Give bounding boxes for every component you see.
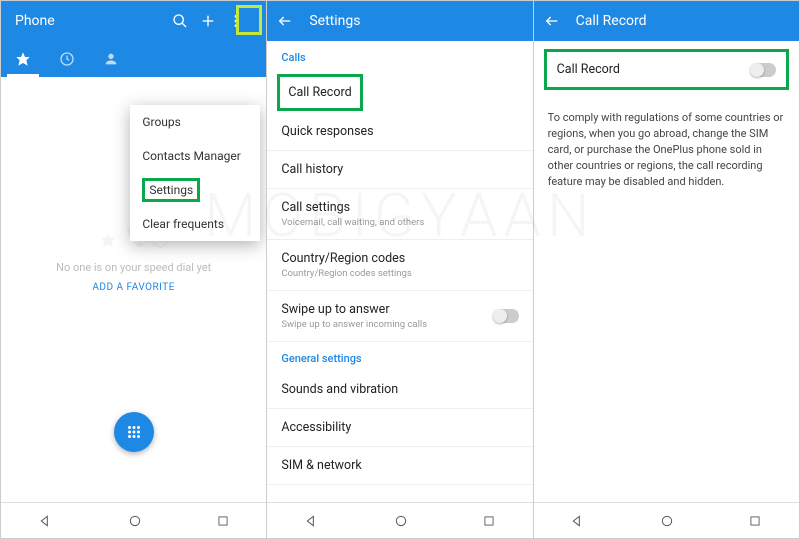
back-icon[interactable]: [277, 13, 305, 29]
menu-item-clear-frequents[interactable]: Clear frequents: [130, 207, 260, 241]
nav-home-icon[interactable]: [119, 509, 151, 533]
row-sounds-vibration[interactable]: Sounds and vibration: [267, 371, 532, 409]
nav-back-icon[interactable]: [30, 509, 62, 533]
nav-recents-icon[interactable]: [474, 510, 504, 532]
call-record-description: To comply with regulations of some count…: [534, 98, 799, 202]
nav-recents-icon[interactable]: [208, 510, 238, 532]
row-call-settings[interactable]: Call settings Voicemail, call waiting, a…: [267, 189, 532, 240]
overflow-menu: Groups Contacts Manager Settings Clear f…: [130, 105, 260, 241]
toggle-call-record[interactable]: [750, 63, 776, 77]
row-quick-responses[interactable]: Quick responses: [267, 113, 532, 151]
appbar-title: Phone: [11, 13, 172, 29]
call-record-content: Call Record To comply with regulations o…: [534, 41, 799, 502]
overflow-highlight: [236, 5, 262, 35]
row-subtext: Voicemail, call waiting, and others: [281, 217, 518, 228]
row-label: Swipe up to answer: [281, 302, 518, 317]
nav-recents-icon[interactable]: [740, 510, 770, 532]
empty-text: No one is on your speed dial yet: [1, 261, 266, 274]
add-favorite-link[interactable]: ADD A FAVORITE: [1, 282, 266, 293]
navbar: [1, 502, 266, 538]
phone-tabs: [1, 41, 266, 77]
appbar-phone: Phone: [1, 1, 266, 41]
tab-contacts[interactable]: [89, 41, 133, 77]
settings-content: Calls Call Record Quick responses Call h…: [267, 41, 532, 502]
row-label: Country/Region codes: [281, 251, 518, 266]
row-label: Call Record: [557, 62, 620, 77]
row-call-record-toggle[interactable]: Call Record: [544, 49, 789, 90]
row-accessibility[interactable]: Accessibility: [267, 409, 532, 447]
search-icon[interactable]: [172, 13, 200, 29]
appbar-call-record: Call Record: [534, 1, 799, 41]
tab-recents[interactable]: [45, 41, 89, 77]
row-swipe-answer[interactable]: Swipe up to answer Swipe up to answer in…: [267, 291, 532, 342]
add-icon[interactable]: [200, 13, 228, 29]
row-subtext: Swipe up to answer incoming calls: [281, 319, 518, 330]
menu-item-contacts-manager[interactable]: Contacts Manager: [130, 139, 260, 173]
nav-back-icon[interactable]: [562, 509, 594, 533]
dialpad-fab[interactable]: [114, 412, 154, 452]
appbar-title: Settings: [305, 13, 522, 29]
pane-phone: Phone Groups: [1, 1, 267, 538]
appbar-settings: Settings: [267, 1, 532, 41]
row-label: Call settings: [281, 200, 518, 215]
nav-home-icon[interactable]: [385, 509, 417, 533]
menu-item-groups[interactable]: Groups: [130, 105, 260, 139]
appbar-title: Call Record: [572, 13, 789, 29]
three-pane-wrapper: Phone Groups: [0, 0, 800, 539]
navbar: [267, 502, 532, 538]
section-header-calls: Calls: [267, 41, 532, 70]
row-subtext: Country/Region codes settings: [281, 268, 518, 279]
nav-back-icon[interactable]: [296, 509, 328, 533]
nav-home-icon[interactable]: [651, 509, 683, 533]
row-call-history[interactable]: Call history: [267, 151, 532, 189]
tab-favorites[interactable]: [1, 41, 45, 77]
menu-item-settings[interactable]: Settings: [130, 173, 260, 207]
back-icon[interactable]: [544, 13, 572, 29]
pane-call-record: Call Record Call Record To comply with r…: [534, 1, 799, 538]
pane-settings: Settings Calls Call Record Quick respons…: [267, 1, 533, 538]
row-sim-network[interactable]: SIM & network: [267, 447, 532, 485]
row-country-codes[interactable]: Country/Region codes Country/Region code…: [267, 240, 532, 291]
phone-content: Groups Contacts Manager Settings Clear f…: [1, 77, 266, 502]
toggle-swipe-answer[interactable]: [493, 309, 519, 323]
row-call-record[interactable]: Call Record: [277, 74, 362, 111]
navbar: [534, 502, 799, 538]
section-header-general: General settings: [267, 342, 532, 371]
